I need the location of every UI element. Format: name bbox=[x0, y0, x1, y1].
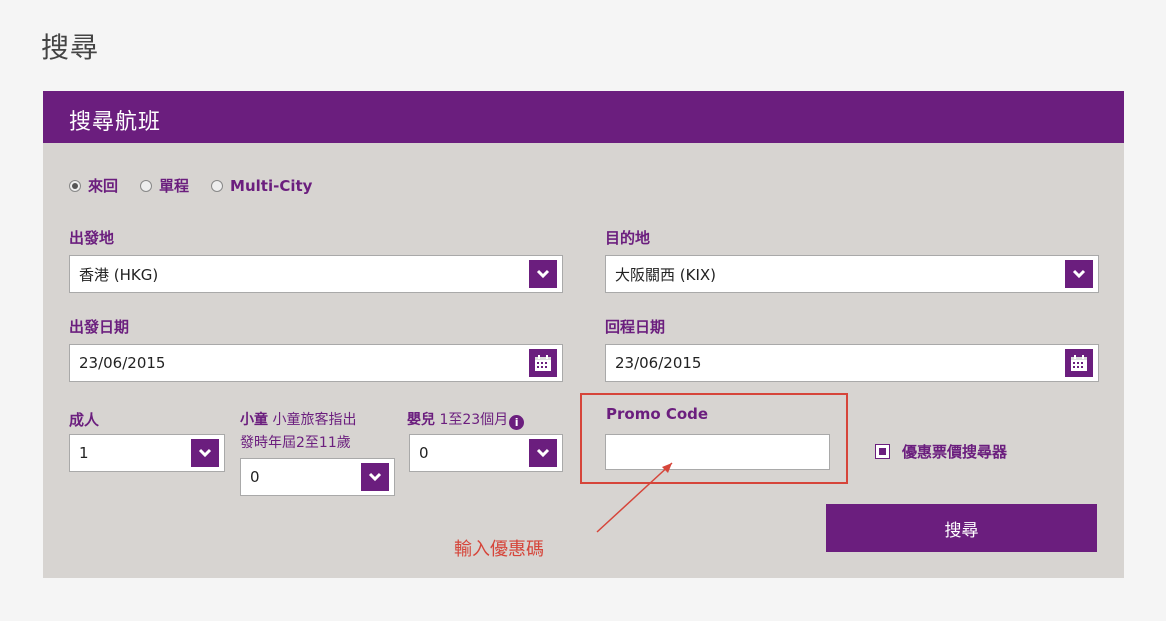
annotation-arrow bbox=[596, 462, 673, 533]
annotation-text: 輸入優惠碼 bbox=[454, 539, 544, 560]
annotation-arrow-line bbox=[596, 462, 673, 533]
